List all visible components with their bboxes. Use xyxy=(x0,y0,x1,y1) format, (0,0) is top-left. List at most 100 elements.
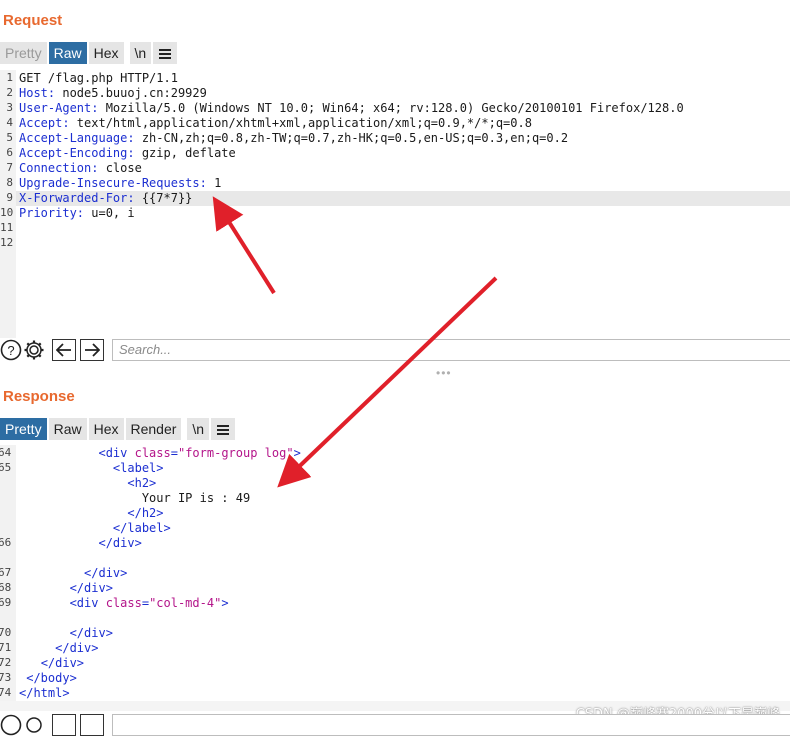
request-search-input[interactable]: Search... xyxy=(112,339,790,361)
header-value: node5.buuoj.cn:29929 xyxy=(55,86,207,100)
response-menu-button[interactable] xyxy=(211,418,236,440)
line-number: 9 xyxy=(6,191,13,204)
response-search-input[interactable] xyxy=(112,714,790,736)
line-number: 72 xyxy=(0,656,12,669)
request-tab-pretty[interactable]: Pretty xyxy=(0,42,47,64)
response-editor[interactable]: 64 <div class="form-group log"> 65 <label… xyxy=(0,445,790,701)
html-tag: <div xyxy=(98,446,135,460)
line-number: 68 xyxy=(0,581,12,594)
request-editor[interactable]: 1 2 3 4 5 6 7 8 9 10 11 12 GET /flag.php HTTP/1.1 Hos… xyxy=(0,70,790,338)
response-tab-render[interactable]: Render xyxy=(125,418,182,440)
gear-icon[interactable] xyxy=(23,714,45,736)
response-line: </div> xyxy=(19,566,127,580)
line-number: 5 xyxy=(6,131,13,144)
line-number: 71 xyxy=(0,641,12,654)
header-value: text/html,application/xhtml+xml,applicat… xyxy=(69,116,532,130)
request-line: Priority: u=0, i xyxy=(19,206,135,220)
request-menu-button[interactable] xyxy=(153,42,178,64)
line-number: 69 xyxy=(0,596,12,609)
svg-text:?: ? xyxy=(7,343,14,358)
next-match-button[interactable] xyxy=(80,339,104,361)
arrow-left-icon xyxy=(56,343,71,357)
header-name: Connection: xyxy=(19,161,99,175)
menu-icon xyxy=(159,49,172,59)
html-tag: </div> xyxy=(84,566,128,580)
html-tag: = xyxy=(141,596,150,610)
help-icon[interactable] xyxy=(0,714,22,736)
line-number: 11 xyxy=(0,221,14,234)
response-line: </html> xyxy=(19,686,70,700)
html-tag: </label> xyxy=(112,521,171,535)
request-line: Accept-Encoding: gzip, deflate xyxy=(19,146,236,160)
html-tag: </body> xyxy=(26,671,77,685)
html-tag: </div> xyxy=(69,581,113,595)
header-value: gzip, deflate xyxy=(134,146,236,160)
response-line: <h2> xyxy=(19,476,156,490)
html-str: "col-md-4" xyxy=(149,596,222,610)
response-line: </div> xyxy=(19,641,98,655)
prev-match-button[interactable] xyxy=(52,714,76,736)
line-number: 64 xyxy=(0,446,12,459)
header-value: u=0, i xyxy=(84,206,135,220)
response-tab-pretty[interactable]: Pretty xyxy=(0,418,47,440)
request-line: GET /flag.php HTTP/1.1 xyxy=(19,71,178,85)
html-tag: </html> xyxy=(19,686,70,700)
response-line: </div> xyxy=(19,656,84,670)
gear-icon[interactable] xyxy=(23,339,45,361)
line-number: 65 xyxy=(0,461,12,474)
next-match-button[interactable] xyxy=(80,714,104,736)
request-line: Accept-Language: zh-CN,zh;q=0.8,zh-TW;q=… xyxy=(19,131,568,145)
html-tag: = xyxy=(170,446,178,460)
line-number: 67 xyxy=(0,566,12,579)
html-tag: <div xyxy=(69,596,106,610)
request-line: User-Agent: Mozilla/5.0 (Windows NT 10.0… xyxy=(19,101,684,115)
line-number: 4 xyxy=(6,116,13,129)
response-search-bar xyxy=(0,713,790,739)
response-line: <div class="form-group log"> xyxy=(19,446,300,460)
response-tab-raw[interactable]: Raw xyxy=(48,418,87,440)
request-tabs: Pretty Raw Hex \n xyxy=(0,42,178,64)
header-value: 1 xyxy=(206,176,222,190)
response-tab-newline[interactable]: \n xyxy=(187,418,210,440)
line-number: 2 xyxy=(6,86,13,99)
line-number: 3 xyxy=(6,101,13,114)
request-tab-hex[interactable]: Hex xyxy=(88,42,124,64)
line-number: 70 xyxy=(0,626,12,639)
line-number: 12 xyxy=(0,236,14,249)
html-tag: </div> xyxy=(40,656,85,670)
request-line: Connection: close xyxy=(19,161,142,175)
header-value: {{7*7}} xyxy=(134,191,193,205)
header-name: Upgrade-Insecure-Requests: xyxy=(19,176,207,190)
line-number: 66 xyxy=(0,536,12,549)
header-name: Priority: xyxy=(19,206,85,220)
request-tab-newline[interactable]: \n xyxy=(129,42,152,64)
response-line: <div class="col-md-4"> xyxy=(19,596,229,610)
html-tag: </div> xyxy=(69,626,113,640)
html-tag: <h2> xyxy=(127,476,157,490)
request-line: X-Forwarded-For: {{7*7}} xyxy=(19,191,192,205)
prev-match-button[interactable] xyxy=(52,339,76,361)
line-number: 6 xyxy=(6,146,13,159)
html-attr: class xyxy=(134,446,171,460)
header-name: User-Agent: xyxy=(19,101,99,115)
header-name: Accept-Encoding: xyxy=(19,146,135,160)
line-number: 1 xyxy=(6,71,13,84)
menu-icon xyxy=(217,425,230,435)
response-tab-hex[interactable]: Hex xyxy=(88,418,124,440)
request-tab-raw[interactable]: Raw xyxy=(48,42,87,64)
help-icon[interactable]: ? xyxy=(0,339,22,361)
pane-divider-handle[interactable]: ••• xyxy=(436,366,452,380)
line-number: 73 xyxy=(0,671,12,684)
line-number: 8 xyxy=(6,176,13,189)
